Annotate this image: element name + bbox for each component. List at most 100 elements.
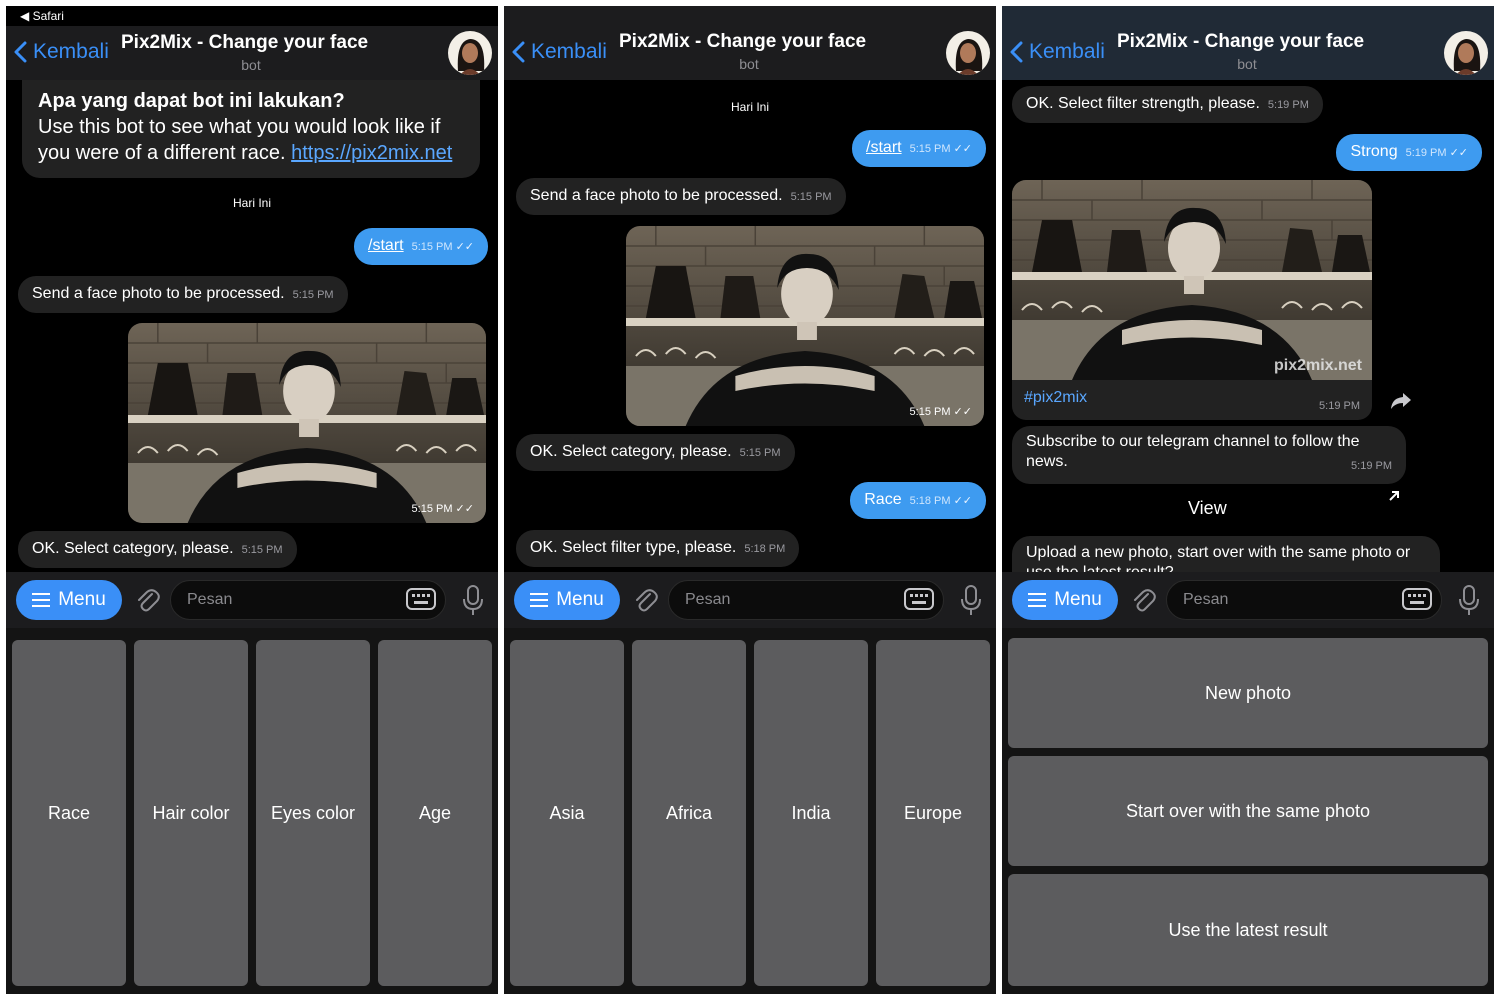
arrow-up-right-icon	[1389, 491, 1399, 501]
menu-label: Menu	[58, 589, 106, 610]
message-text: Upload a new photo, start over with the …	[1026, 544, 1411, 572]
view-button[interactable]: View	[1188, 498, 1227, 519]
result-photo[interactable]: pix2mix.net	[1012, 180, 1372, 380]
key-eyes-color[interactable]: Eyes color	[256, 640, 370, 986]
message-text: Subscribe to our telegram channel to fol…	[1026, 433, 1360, 470]
composer: Menu	[6, 572, 498, 628]
message-input[interactable]	[1166, 580, 1442, 620]
microphone-icon[interactable]	[462, 584, 484, 616]
sent-photo[interactable]: 5:15 PM ✓✓	[128, 323, 486, 523]
chat-subtitle: bot	[241, 57, 261, 73]
back-button[interactable]: Kembali	[512, 40, 607, 64]
key-age[interactable]: Age	[378, 640, 492, 986]
incoming-message[interactable]: OK. Select category, please. 5:15 PM	[18, 531, 297, 568]
start-command[interactable]: /start	[866, 139, 902, 156]
back-button[interactable]: Kembali	[1010, 40, 1105, 64]
read-check-icon: ✓✓	[1449, 147, 1468, 159]
key-asia[interactable]: Asia	[510, 640, 624, 986]
chat-title[interactable]: Pix2Mix - Change your face	[121, 32, 368, 54]
message-input[interactable]	[668, 580, 944, 620]
message-time: 5:19 PM	[1319, 400, 1360, 412]
screen-result-options: Kembali Pix2Mix - Change your face bot O…	[1002, 6, 1494, 994]
key-india[interactable]: India	[754, 640, 868, 986]
incoming-message[interactable]: OK. Select filter strength, please. 5:19 …	[1012, 86, 1323, 123]
back-button[interactable]: Kembali	[14, 40, 109, 64]
chat-title[interactable]: Pix2Mix - Change your face	[1117, 31, 1364, 53]
message-text: Send a face photo to be processed.	[32, 285, 285, 302]
photo-watermark: pix2mix.net	[1273, 357, 1362, 374]
bot-keyboard: Race Hair color Eyes color Age	[6, 628, 498, 994]
result-photo-message[interactable]: pix2mix.net #pix2mix 5:19 PM	[1012, 180, 1372, 420]
intro-link[interactable]: https://pix2mix.net	[291, 142, 452, 164]
paperclip-icon[interactable]	[134, 586, 160, 614]
status-bar: ◀ Safari	[6, 6, 498, 26]
message-text: OK. Select filter strength, please.	[1026, 95, 1260, 112]
outgoing-message[interactable]: Race 5:18 PM ✓✓	[850, 482, 986, 519]
paperclip-icon[interactable]	[1130, 586, 1156, 614]
message-text: Strong	[1350, 143, 1398, 160]
hashtag-link[interactable]: #pix2mix	[1024, 388, 1087, 408]
chevron-left-icon	[1010, 41, 1023, 63]
message-text: OK. Select filter type, please.	[530, 539, 737, 556]
start-command[interactable]: /start	[368, 237, 404, 254]
back-to-safari[interactable]: ◀ Safari	[20, 9, 64, 23]
message-time: 5:19 PM	[1267, 99, 1309, 111]
keyboard-icon[interactable]	[904, 588, 934, 610]
key-new-photo[interactable]: New photo	[1008, 638, 1488, 748]
bot-avatar[interactable]	[448, 31, 492, 75]
incoming-message[interactable]: Send a face photo to be processed. 5:15 P…	[516, 178, 846, 215]
outgoing-message[interactable]: /start 5:15 PM ✓✓	[852, 130, 986, 167]
chevron-left-icon	[512, 41, 525, 63]
incoming-message[interactable]: OK. Select category, please. 5:15 PM	[516, 434, 795, 471]
message-input[interactable]	[170, 580, 446, 620]
hamburger-icon	[32, 593, 51, 607]
screen-filter-type: Kembali Pix2Mix - Change your face bot H…	[504, 6, 996, 994]
outgoing-message[interactable]: Strong 5:19 PM ✓✓	[1336, 134, 1482, 171]
microphone-icon[interactable]	[1458, 584, 1480, 616]
sent-photo[interactable]: 5:15 PM ✓✓	[626, 226, 984, 426]
forward-icon[interactable]	[1390, 392, 1412, 410]
menu-button[interactable]: Menu	[16, 580, 122, 620]
paperclip-icon[interactable]	[632, 586, 658, 614]
read-check-icon: ✓✓	[953, 143, 972, 155]
menu-button[interactable]: Menu	[514, 580, 620, 620]
bot-avatar[interactable]	[946, 31, 990, 75]
key-africa[interactable]: Africa	[632, 640, 746, 986]
read-check-icon: ✓✓	[455, 241, 474, 253]
message-list[interactable]: OK. Select filter strength, please. 5:19 …	[1002, 80, 1494, 572]
screen-race-category: ◀ Safari Kembali Pix2Mix - Change your f…	[6, 6, 498, 994]
incoming-message[interactable]: OK. Select filter type, please. 5:18 PM	[516, 530, 800, 567]
message-time: 5:19 PM	[1405, 147, 1447, 159]
incoming-message[interactable]: Send a face photo to be processed. 5:15 P…	[18, 276, 348, 313]
key-race[interactable]: Race	[12, 640, 126, 986]
keyboard-icon[interactable]	[406, 588, 436, 610]
hamburger-icon	[1028, 593, 1047, 607]
back-label: Kembali	[1029, 40, 1105, 63]
message-text: Race	[864, 491, 902, 508]
keyboard-icon[interactable]	[1402, 588, 1432, 610]
date-separator: Hari Ini	[232, 196, 271, 210]
key-start-over[interactable]: Start over with the same photo	[1008, 756, 1488, 866]
chat-header: Kembali Pix2Mix - Change your face bot	[6, 26, 498, 80]
bot-keyboard: Asia Africa India Europe	[504, 628, 996, 994]
message-time: 5:19 PM	[1351, 460, 1392, 472]
message-time: 5:15 PM	[411, 241, 453, 253]
message-list[interactable]: Apa yang dapat bot ini lakukan? Use this…	[6, 80, 498, 572]
message-time: 5:18 PM	[909, 495, 951, 507]
outgoing-message[interactable]: /start 5:15 PM ✓✓	[354, 228, 488, 265]
incoming-message[interactable]: Upload a new photo, start over with the …	[1012, 536, 1440, 572]
composer: Menu	[1002, 572, 1494, 628]
key-use-latest[interactable]: Use the latest result	[1008, 874, 1488, 986]
chat-header: Kembali Pix2Mix - Change your face bot	[504, 6, 996, 80]
chat-title[interactable]: Pix2Mix - Change your face	[619, 31, 866, 53]
microphone-icon[interactable]	[960, 584, 982, 616]
chevron-left-icon	[14, 41, 27, 63]
message-list[interactable]: Hari Ini /start 5:15 PM ✓✓ Send a face pho…	[504, 80, 996, 572]
key-hair-color[interactable]: Hair color	[134, 640, 248, 986]
key-europe[interactable]: Europe	[876, 640, 990, 986]
menu-button[interactable]: Menu	[1012, 580, 1118, 620]
chat-header: Kembali Pix2Mix - Change your face bot	[1002, 6, 1494, 80]
incoming-message[interactable]: Subscribe to our telegram channel to fol…	[1012, 426, 1406, 484]
bot-avatar[interactable]	[1444, 31, 1488, 75]
message-time: 5:18 PM	[744, 543, 786, 555]
